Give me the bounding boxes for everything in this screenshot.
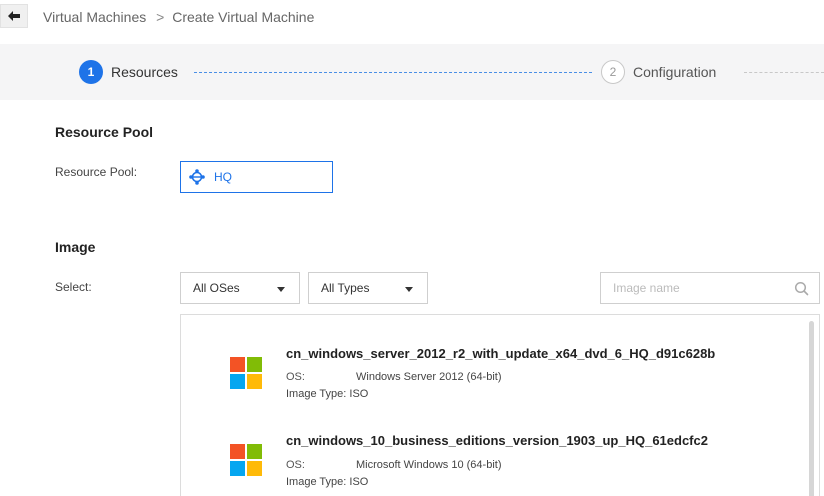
image-list-item[interactable]: cn_windows_server_2012_r2_with_update_x6… (181, 315, 801, 400)
image-type-row: Image Type: ISO (286, 388, 368, 400)
back-button[interactable] (0, 4, 28, 28)
step-2-label: Configuration (633, 64, 717, 80)
image-list: cn_windows_server_2012_r2_with_update_x6… (180, 314, 820, 496)
os-value: Windows Server 2012 (64-bit) (356, 371, 502, 383)
breadcrumb-parent-link[interactable]: Virtual Machines (43, 9, 146, 25)
type-filter-value: All Types (321, 281, 370, 295)
image-type-value: ISO (349, 388, 369, 400)
image-type-value: ISO (349, 476, 369, 488)
type-filter-dropdown[interactable]: All Types (308, 272, 428, 304)
resource-pool-selector[interactable]: HQ (180, 161, 333, 193)
os-filter-dropdown[interactable]: All OSes (180, 272, 300, 304)
step-connector (194, 72, 592, 73)
resource-pool-value: HQ (214, 170, 232, 184)
os-filter-value: All OSes (193, 281, 240, 295)
windows-logo-icon (230, 444, 262, 476)
search-icon[interactable] (794, 281, 809, 296)
wizard-steps: 1 Resources 2 Configuration (0, 44, 824, 100)
breadcrumb: Virtual Machines > Create Virtual Machin… (43, 9, 314, 25)
image-search-input[interactable] (601, 273, 791, 303)
breadcrumb-separator: > (156, 9, 165, 25)
step-connector (744, 72, 824, 73)
os-key: OS: (286, 459, 305, 471)
image-type-key: Image Type: (286, 388, 347, 400)
image-list-item[interactable]: cn_windows_10_business_editions_version_… (181, 403, 801, 488)
step-1-label: Resources (111, 64, 178, 80)
image-section-title: Image (55, 239, 96, 255)
image-type-row: Image Type: ISO (286, 476, 368, 488)
image-os-row: OS: Windows Server 2012 (64-bit) (286, 371, 502, 383)
caret-down-icon (405, 287, 413, 292)
windows-logo-icon (230, 357, 262, 389)
image-search-box (600, 272, 820, 304)
step-2-indicator: 2 (601, 60, 625, 84)
top-bar: Virtual Machines > Create Virtual Machin… (0, 0, 824, 34)
step-1-indicator: 1 (79, 60, 103, 84)
os-value: Microsoft Windows 10 (64-bit) (356, 459, 502, 471)
caret-down-icon (277, 287, 285, 292)
cluster-icon (189, 169, 205, 185)
image-type-key: Image Type: (286, 476, 347, 488)
resource-pool-label: Resource Pool: (55, 165, 138, 179)
image-name: cn_windows_server_2012_r2_with_update_x6… (286, 346, 716, 361)
breadcrumb-current: Create Virtual Machine (172, 9, 315, 25)
arrow-left-icon (8, 11, 20, 21)
os-key: OS: (286, 371, 305, 383)
resource-pool-section-title: Resource Pool (55, 124, 154, 140)
image-select-label: Select: (55, 280, 92, 294)
image-list-scrollbar[interactable] (809, 321, 814, 496)
image-os-row: OS: Microsoft Windows 10 (64-bit) (286, 459, 502, 471)
image-name: cn_windows_10_business_editions_version_… (286, 433, 708, 448)
